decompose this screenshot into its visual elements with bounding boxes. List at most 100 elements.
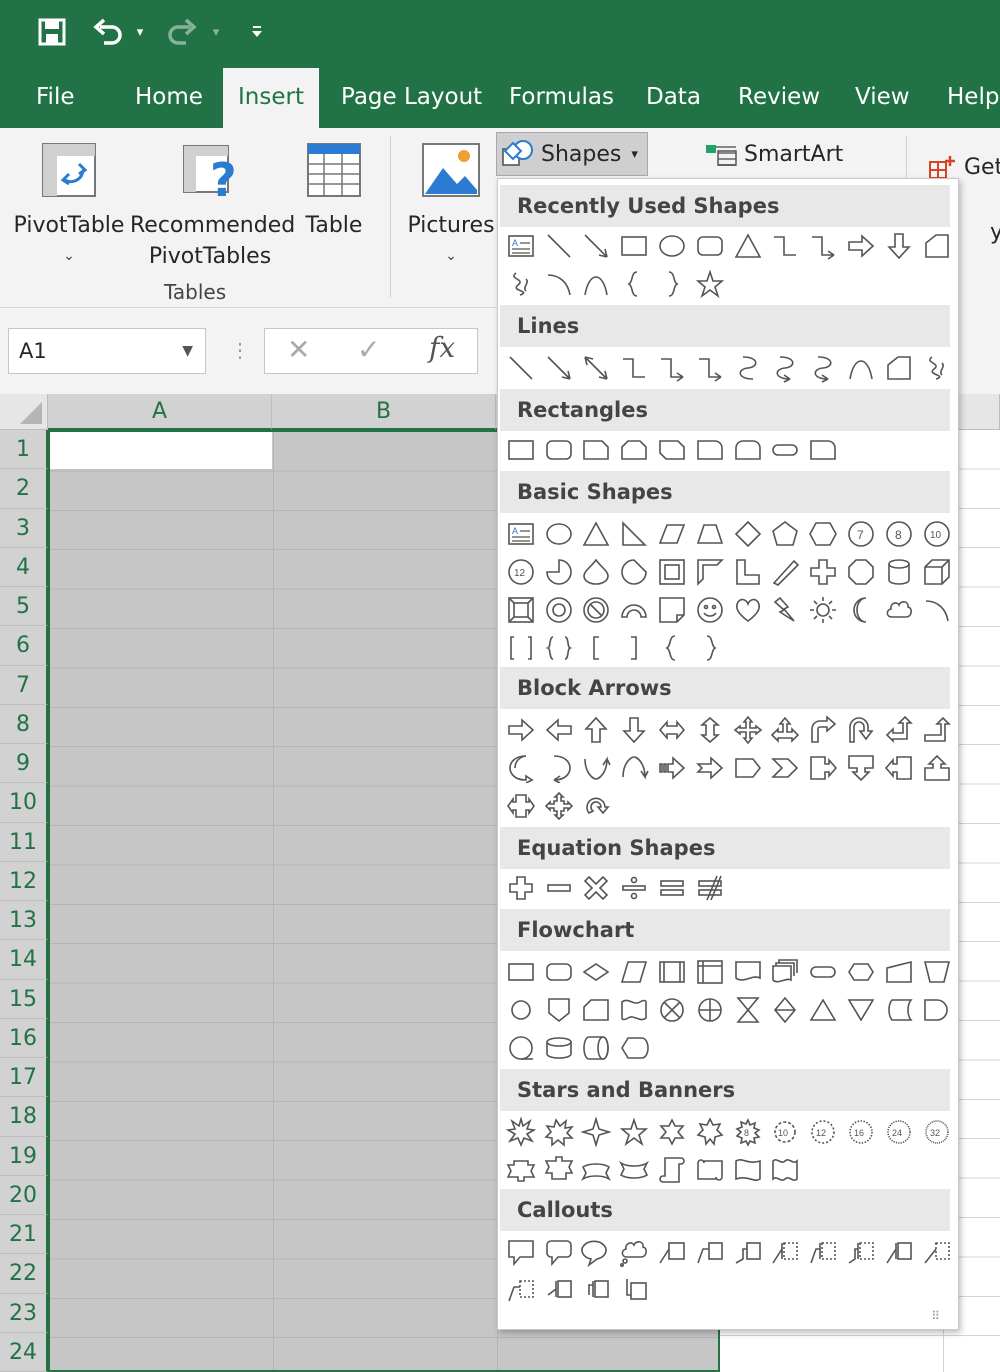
shape-c-border1-icon[interactable] — [880, 1233, 918, 1271]
shape-c-oval-icon[interactable] — [578, 1233, 616, 1271]
shape-curvedu-icon[interactable] — [578, 749, 616, 787]
shape-curve-icon[interactable] — [842, 349, 880, 387]
shape-hscroll-icon[interactable] — [691, 1151, 729, 1189]
shape-fc-offpage-icon[interactable] — [540, 991, 578, 1029]
shape-curvedarrow-icon[interactable] — [767, 349, 805, 387]
row-header-5[interactable]: 5 — [0, 587, 48, 627]
shape-pie-icon[interactable] — [540, 553, 578, 591]
shape-star32-icon[interactable]: 32 — [918, 1113, 956, 1151]
shape-bentup-icon[interactable] — [918, 711, 956, 749]
shape-num7-icon[interactable]: 7 — [842, 515, 880, 553]
shape-fc-sumjunc-icon[interactable] — [653, 991, 691, 1029]
shape-uturn-icon[interactable] — [842, 711, 880, 749]
row-header-11[interactable]: 11 — [0, 822, 48, 862]
shape-fc-multidoc-icon[interactable] — [767, 953, 805, 991]
shape-diag-icon[interactable] — [767, 553, 805, 591]
shape-star24-icon[interactable]: 24 — [880, 1113, 918, 1151]
shape-curvedribbondown-icon[interactable] — [615, 1151, 653, 1189]
shape-trap-icon[interactable] — [691, 515, 729, 553]
shape-star7-icon[interactable] — [691, 1113, 729, 1151]
row-header-16[interactable]: 16 — [0, 1018, 48, 1058]
shape-fc-collate-icon[interactable] — [729, 991, 767, 1029]
shape-fc-tape-icon[interactable] — [615, 991, 653, 1029]
tab-help[interactable]: Help — [947, 68, 999, 128]
shape-rect-icon[interactable] — [502, 431, 540, 469]
shape-fc-prep-icon[interactable] — [842, 953, 880, 991]
active-cell-a1[interactable] — [50, 432, 272, 469]
shape-lshape-icon[interactable] — [729, 553, 767, 591]
shape-num12-icon[interactable]: 12 — [502, 553, 540, 591]
shape-elbow-icon[interactable] — [767, 227, 805, 265]
row-header-23[interactable]: 23 — [0, 1293, 48, 1333]
shape-ribbondown-icon[interactable] — [540, 1151, 578, 1189]
shape-moon-icon[interactable] — [842, 591, 880, 629]
name-box[interactable]: A1 ▼ — [8, 328, 206, 374]
shape-circarrow-icon[interactable] — [578, 787, 616, 825]
shape-fc-doc-icon[interactable] — [729, 953, 767, 991]
shape-darrow-icon[interactable] — [880, 227, 918, 265]
shape-fc-seqaccess-icon[interactable] — [502, 1029, 540, 1067]
shape-scribble-icon[interactable] — [918, 349, 956, 387]
row-header-13[interactable]: 13 — [0, 901, 48, 941]
row-header-18[interactable]: 18 — [0, 1097, 48, 1137]
shape-chevron-icon[interactable] — [767, 749, 805, 787]
tab-home[interactable]: Home — [135, 68, 203, 128]
shape-halfframe-icon[interactable] — [691, 553, 729, 591]
shape-fc-decision-icon[interactable] — [578, 953, 616, 991]
shape-c-rrect-icon[interactable] — [540, 1233, 578, 1271]
shape-star4-icon[interactable] — [578, 1113, 616, 1151]
shape-fc-manual-icon[interactable] — [880, 953, 918, 991]
recommended-pivottables-button[interactable]: ? Recommended PivotTables — [130, 140, 295, 272]
shape-noSym-icon[interactable] — [578, 591, 616, 629]
shape-smiley-icon[interactable] — [691, 591, 729, 629]
shape-arrowline-icon[interactable] — [540, 349, 578, 387]
shape-freeform-icon[interactable] — [918, 227, 956, 265]
shape-c-acc5-icon[interactable] — [578, 1271, 616, 1309]
shape-elbowarrow-icon[interactable] — [653, 349, 691, 387]
shape-fc-stored-icon[interactable] — [880, 991, 918, 1029]
shape-noteq-icon[interactable] — [691, 869, 729, 907]
shape-fc-term-icon[interactable] — [804, 953, 842, 991]
shape-bent-icon[interactable] — [804, 711, 842, 749]
shape-fc-merge-icon[interactable] — [842, 991, 880, 1029]
shape-curvedd-icon[interactable] — [615, 749, 653, 787]
row-header-12[interactable]: 12 — [0, 861, 48, 901]
shape-round2-icon[interactable] — [729, 431, 767, 469]
save-icon[interactable] — [30, 12, 74, 52]
chevron-down-icon[interactable]: ▼ — [182, 329, 193, 373]
customize-qat-icon[interactable] — [246, 12, 268, 52]
row-header-4[interactable]: 4 — [0, 547, 48, 587]
row-header-21[interactable]: 21 — [0, 1215, 48, 1255]
shape-fc-pre-icon[interactable] — [653, 953, 691, 991]
shape-elbowarrow-icon[interactable] — [804, 227, 842, 265]
shape-arc-icon[interactable] — [918, 591, 956, 629]
shape-textbox-icon[interactable]: A — [502, 227, 540, 265]
select-all-corner[interactable] — [0, 394, 48, 430]
smartart-button[interactable]: SmartArt — [704, 142, 844, 167]
shape-star10-icon[interactable]: 10 — [767, 1113, 805, 1151]
shape-c-accent1-icon[interactable] — [767, 1233, 805, 1271]
shape-elbowarrow-icon[interactable] — [691, 349, 729, 387]
shape-fc-direct-icon[interactable] — [578, 1029, 616, 1067]
shape-fc-process-icon[interactable] — [502, 953, 540, 991]
shape-bevel-icon[interactable] — [502, 591, 540, 629]
shape-arc-icon[interactable] — [540, 265, 578, 303]
shape-rtri-icon[interactable] — [615, 515, 653, 553]
shape-snip1-icon[interactable] — [578, 431, 616, 469]
shape-vscroll-icon[interactable] — [653, 1151, 691, 1189]
shape-arrowline-icon[interactable] — [578, 227, 616, 265]
row-header-7[interactable]: 7 — [0, 665, 48, 705]
shape-fc-sort-icon[interactable] — [767, 991, 805, 1029]
shape-c-line1-icon[interactable] — [653, 1233, 691, 1271]
shape-can-icon[interactable] — [880, 553, 918, 591]
shape-cube-icon[interactable] — [918, 553, 956, 591]
row-header-19[interactable]: 19 — [0, 1136, 48, 1176]
shape-hex-icon[interactable] — [804, 515, 842, 553]
row-header-10[interactable]: 10 — [0, 783, 48, 823]
shape-fc-manualop-icon[interactable] — [918, 953, 956, 991]
shape-line-icon[interactable] — [502, 349, 540, 387]
tab-view[interactable]: View — [855, 68, 910, 128]
shape-rbrace-icon[interactable] — [691, 629, 729, 667]
shape-fold-icon[interactable] — [653, 591, 691, 629]
row-header-20[interactable]: 20 — [0, 1175, 48, 1215]
